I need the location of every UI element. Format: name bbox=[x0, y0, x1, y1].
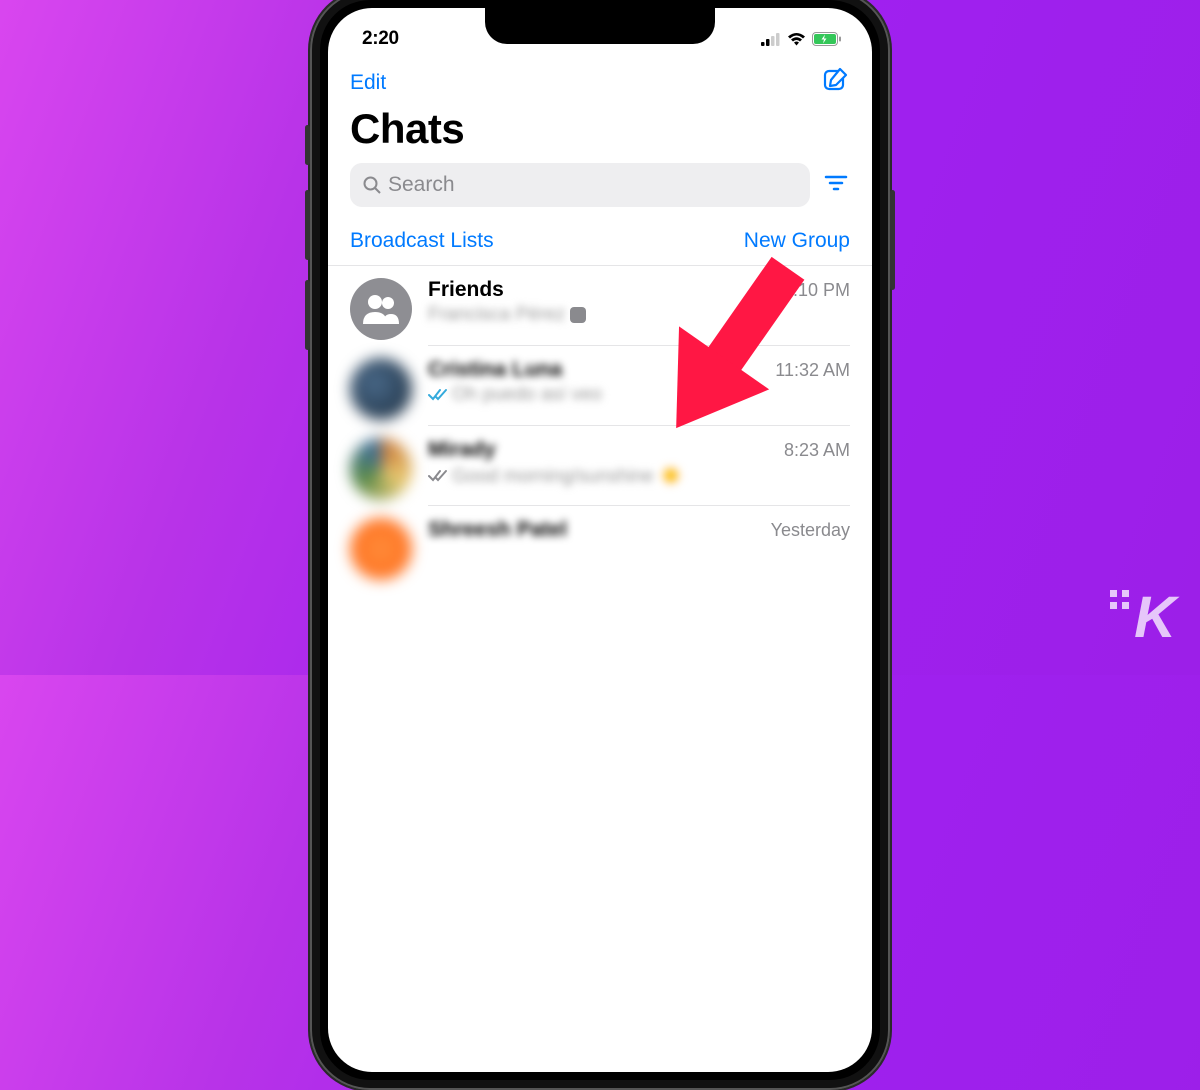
group-icon bbox=[361, 292, 401, 326]
status-icons bbox=[761, 32, 842, 46]
chat-content: Mirady 8:23 AM Good morning/sunshine ☀️ bbox=[428, 438, 850, 506]
avatar bbox=[350, 438, 412, 500]
broadcast-lists-link[interactable]: Broadcast Lists bbox=[350, 229, 494, 253]
phone-screen: 2:20 Edit Chats Search bbox=[328, 8, 872, 1072]
chat-time: 12:10 PM bbox=[773, 280, 850, 301]
top-bar: Edit bbox=[328, 56, 872, 103]
chat-content: Friends 12:10 PM Francisca Pérez bbox=[428, 278, 850, 346]
notch bbox=[485, 8, 715, 44]
chat-row[interactable]: Friends 12:10 PM Francisca Pérez bbox=[328, 266, 872, 346]
avatar bbox=[350, 518, 412, 580]
volume-down-button bbox=[305, 280, 310, 350]
search-input[interactable]: Search bbox=[350, 163, 810, 207]
edit-button[interactable]: Edit bbox=[350, 71, 386, 95]
read-ticks-icon bbox=[428, 388, 448, 402]
chat-preview: Good morning/sunshine ☀️ bbox=[428, 464, 850, 488]
chat-preview: Francisca Pérez bbox=[428, 304, 850, 326]
chat-row[interactable]: Mirady 8:23 AM Good morning/sunshine ☀️ bbox=[328, 426, 872, 506]
status-time: 2:20 bbox=[362, 28, 399, 50]
filter-icon bbox=[824, 173, 848, 193]
avatar bbox=[350, 358, 412, 420]
cellular-icon bbox=[761, 33, 781, 46]
watermark-logo: K bbox=[1134, 584, 1174, 651]
compose-button[interactable] bbox=[822, 66, 850, 99]
chat-time: 11:32 AM bbox=[775, 360, 850, 381]
chat-top: Shreesh Patel Yesterday bbox=[428, 518, 850, 542]
chat-top: Friends 12:10 PM bbox=[428, 278, 850, 302]
chat-time: 8:23 AM bbox=[784, 440, 850, 461]
chat-preview: Oh puedo así veo bbox=[428, 384, 850, 406]
search-row: Search bbox=[328, 163, 872, 221]
chat-row[interactable]: Cristina Luna 11:32 AM Oh puedo así veo bbox=[328, 346, 872, 426]
sticker-icon bbox=[569, 306, 587, 324]
volume-up-button bbox=[305, 190, 310, 260]
chat-top: Mirady 8:23 AM bbox=[428, 438, 850, 462]
chat-name: Friends bbox=[428, 278, 504, 302]
title-row: Chats bbox=[328, 103, 872, 163]
link-row: Broadcast Lists New Group bbox=[328, 221, 872, 266]
chat-content: Cristina Luna 11:32 AM Oh puedo así veo bbox=[428, 358, 850, 426]
sent-ticks-icon bbox=[428, 469, 448, 483]
chat-top: Cristina Luna 11:32 AM bbox=[428, 358, 850, 382]
avatar bbox=[350, 278, 412, 340]
watermark-dots-icon bbox=[1110, 590, 1129, 609]
power-button bbox=[890, 190, 895, 290]
chat-name: Cristina Luna bbox=[428, 358, 562, 382]
chat-row[interactable]: Shreesh Patel Yesterday bbox=[328, 506, 872, 586]
chat-name: Shreesh Patel bbox=[428, 518, 567, 542]
chat-name: Mirady bbox=[428, 438, 496, 462]
side-button bbox=[305, 125, 310, 165]
compose-icon bbox=[822, 66, 850, 94]
new-group-link[interactable]: New Group bbox=[744, 229, 850, 253]
search-icon bbox=[362, 175, 382, 195]
wifi-icon bbox=[787, 32, 806, 46]
search-placeholder: Search bbox=[388, 173, 455, 197]
battery-charging-icon bbox=[812, 32, 842, 46]
page-title: Chats bbox=[350, 105, 850, 153]
chat-content: Shreesh Patel Yesterday bbox=[428, 518, 850, 586]
chat-time: Yesterday bbox=[771, 520, 850, 541]
filter-button[interactable] bbox=[824, 173, 850, 198]
phone-frame: 2:20 Edit Chats Search bbox=[310, 0, 890, 1090]
